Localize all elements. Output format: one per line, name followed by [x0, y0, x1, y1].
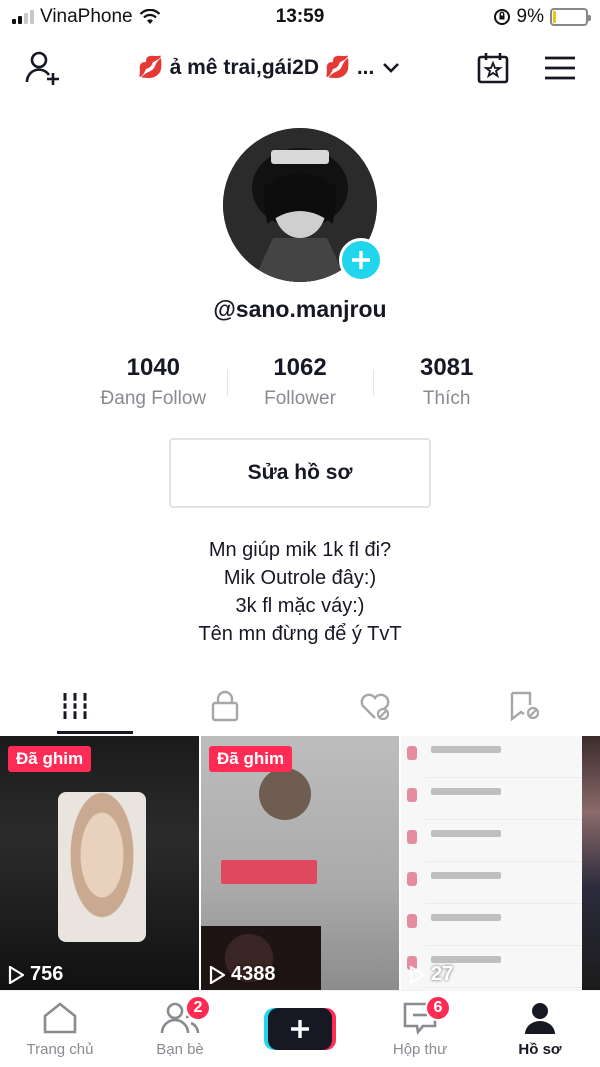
battery-icon: [550, 8, 591, 26]
header-actions: [476, 51, 576, 85]
thumbnail-decoration: [221, 860, 317, 884]
add-avatar-button[interactable]: [339, 238, 383, 282]
status-time: 13:59: [275, 6, 325, 27]
bio-line: Tên mn đừng để ý TvT: [198, 623, 402, 645]
status-left: VinaPhone: [12, 6, 161, 28]
tab-liked[interactable]: [300, 678, 450, 734]
avatar-container[interactable]: [223, 128, 383, 282]
thumbnail-decoration: [582, 736, 600, 990]
pinned-badge: Đã ghim: [209, 746, 293, 772]
thumbnail-row: [407, 904, 600, 946]
calendar-star-icon: [477, 53, 509, 84]
plus-icon: [291, 1020, 309, 1038]
bio-line: Mn giúp mik 1k fl đi?: [208, 539, 392, 561]
likes-stat[interactable]: 3081 Thích: [373, 354, 520, 410]
nav-label: Trang chủ: [26, 1040, 94, 1058]
bio-line: Mik Outrole đây:): [223, 567, 377, 589]
status-right: 9%: [493, 6, 591, 28]
tab-private[interactable]: [150, 678, 300, 734]
menu-button[interactable]: [544, 55, 576, 81]
grid-icon: [63, 693, 87, 719]
chevron-down-icon: [383, 63, 400, 73]
plus-icon: [352, 251, 370, 269]
account-switcher[interactable]: 💋 ả mê trai,gái2D 💋 ...: [138, 56, 401, 80]
video-thumbnail[interactable]: 27: [401, 736, 600, 990]
thumbnail-row: [407, 862, 600, 904]
notification-badge: 2: [185, 994, 211, 1021]
profile-stats: 1040 Đang Follow 1062 Follower 3081 Thíc…: [80, 354, 520, 410]
play-icon: [409, 965, 425, 984]
view-count: 4388: [209, 963, 276, 986]
profile-bio: Mn giúp mik 1k fl đi? Mik Outrole đây:) …: [0, 536, 600, 648]
nav-profile[interactable]: Hồ sơ: [485, 1001, 595, 1058]
nav-label: Hồ sơ: [518, 1040, 562, 1058]
create-button[interactable]: [268, 1008, 332, 1050]
video-grid: Đã ghim 756 Đã ghim 4388 27: [0, 736, 600, 990]
calendar-button[interactable]: [476, 51, 510, 85]
thumbnail-row: [407, 778, 600, 820]
video-thumbnail[interactable]: Đã ghim 4388: [201, 736, 399, 990]
following-label: Đang Follow: [100, 388, 207, 409]
battery-level: [553, 11, 556, 23]
username: @sano.manjrou: [213, 296, 387, 322]
profile-tabs: [0, 678, 600, 734]
likes-label: Thích: [422, 388, 471, 409]
nav-friends[interactable]: 2 Bạn bè: [125, 994, 235, 1058]
video-thumbnail[interactable]: Đã ghim 756: [0, 736, 199, 990]
thumbnail-image: [259, 768, 311, 820]
view-count-value: 756: [30, 963, 64, 985]
signal-icon: [12, 10, 34, 24]
followers-count: 1062: [273, 354, 327, 381]
play-icon: [209, 965, 225, 984]
likes-count: 3081: [419, 354, 474, 381]
tab-videos[interactable]: [0, 678, 150, 734]
nav-label: Hộp thư: [392, 1040, 448, 1058]
thumbnail-image: [58, 792, 146, 942]
notification-badge: 6: [425, 994, 451, 1021]
add-friend-button[interactable]: [24, 49, 62, 87]
home-icon: [43, 1001, 77, 1033]
thumbnail-row: [407, 736, 600, 778]
edit-profile-button[interactable]: Sửa hồ sơ: [169, 438, 431, 508]
status-bar: VinaPhone 13:59 9%: [0, 0, 600, 34]
following-stat[interactable]: 1040 Đang Follow: [80, 354, 227, 410]
view-count: 756: [8, 963, 63, 986]
nav-inbox[interactable]: 6 Hộp thư: [365, 994, 475, 1058]
tab-saved[interactable]: [450, 678, 600, 734]
account-name: 💋 ả mê trai,gái2D 💋 ...: [137, 56, 375, 79]
profile-icon: [525, 1002, 555, 1034]
battery-percent: 9%: [516, 6, 544, 27]
hidden-heart-icon: [360, 693, 390, 721]
view-count-value: 4388: [231, 963, 276, 985]
wifi-icon: [139, 9, 160, 24]
orientation-lock-icon: [493, 9, 510, 25]
carrier-name: VinaPhone: [40, 6, 133, 27]
followers-stat[interactable]: 1062 Follower: [226, 354, 374, 410]
thumbnail-row: [407, 820, 600, 862]
hidden-bookmark-icon: [510, 691, 540, 721]
lock-icon: [211, 690, 239, 722]
nav-home[interactable]: Trang chủ: [5, 1001, 115, 1058]
hamburger-menu-icon: [544, 56, 575, 80]
nav-label: Bạn bè: [156, 1040, 204, 1058]
followers-label: Follower: [264, 388, 336, 409]
nav-create[interactable]: [245, 1008, 355, 1050]
add-person-icon: [25, 51, 59, 85]
play-icon: [8, 965, 24, 984]
pinned-badge: Đã ghim: [8, 746, 92, 772]
bottom-nav: Trang chủ 2 Bạn bè 6 Hộp thư Hồ sơ: [0, 990, 600, 1067]
view-count: 27: [409, 963, 453, 986]
profile-header: 💋 ả mê trai,gái2D 💋 ...: [0, 40, 600, 96]
bio-line: 3k fl mặc váy:): [235, 595, 365, 617]
view-count-value: 27: [431, 963, 454, 985]
following-count: 1040: [126, 354, 181, 381]
